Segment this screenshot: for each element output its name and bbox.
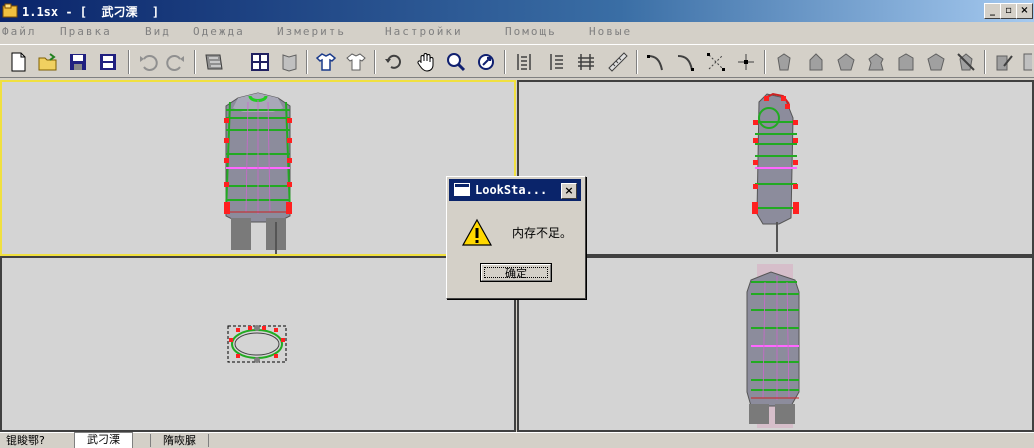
open-folder-icon[interactable] <box>36 50 60 74</box>
rotate-icon[interactable] <box>382 50 406 74</box>
toolbar-separator <box>128 50 130 74</box>
curve-icon[interactable] <box>644 50 668 74</box>
measure-list-icon[interactable] <box>544 50 568 74</box>
menu-help[interactable]: Помощь <box>505 25 557 38</box>
toolbar <box>0 44 1034 78</box>
panel-icon[interactable] <box>248 50 272 74</box>
book-icon[interactable] <box>1020 50 1032 74</box>
save-icon[interactable] <box>66 50 90 74</box>
menu-clothing[interactable]: Одежда <box>193 25 245 38</box>
tab-1[interactable]: 锟睃鄂? <box>6 434 45 447</box>
mannequin-3-icon[interactable] <box>834 50 858 74</box>
dialog-title-bar[interactable]: LookSta... × <box>449 179 581 201</box>
menu-file[interactable]: Файл <box>2 25 37 38</box>
viewport-top[interactable] <box>0 256 516 432</box>
hand-pan-icon[interactable] <box>414 50 438 74</box>
align-icon[interactable] <box>734 50 758 74</box>
app-icon <box>2 3 18 18</box>
mannequin-4-icon[interactable] <box>864 50 888 74</box>
mannequin-2-icon[interactable] <box>804 50 828 74</box>
mannequin-front-view <box>224 92 292 254</box>
flag-icon[interactable] <box>278 50 302 74</box>
mannequin-7-icon[interactable] <box>954 50 978 74</box>
warning-icon <box>461 218 493 246</box>
status-bar: 锟睃鄂? 武刁溧 隋咴脲 <box>0 432 1034 448</box>
mannequin-side-view <box>752 92 799 252</box>
title-bar: 1.1sx - [ 武刁溧 ] _ ▫ × <box>0 0 1034 22</box>
memory-error-dialog: LookSta... × 内存不足。 确定 <box>446 176 586 299</box>
toolbar-separator <box>374 50 376 74</box>
ruler-icon[interactable] <box>606 50 630 74</box>
close-button[interactable]: × <box>1016 3 1033 19</box>
toolbar-separator <box>194 50 196 74</box>
toolbar-separator <box>306 50 308 74</box>
viewport-3d[interactable] <box>517 256 1034 432</box>
curve-2-icon[interactable] <box>674 50 698 74</box>
toolbar-separator <box>764 50 766 74</box>
dialog-close-button[interactable]: × <box>561 183 577 199</box>
fit-view-icon[interactable] <box>474 50 498 74</box>
ok-button-label: 确定 <box>505 267 527 280</box>
menu-measure[interactable]: Измерить <box>277 25 346 38</box>
shirt-icon[interactable] <box>314 50 338 74</box>
fabric-icon[interactable] <box>202 50 226 74</box>
measure-grid-icon[interactable] <box>574 50 598 74</box>
mannequin-5-icon[interactable] <box>894 50 918 74</box>
menu-bar: Файл Правка Вид Одежда Измерить Настройк… <box>0 22 1034 42</box>
tab-3[interactable]: 隋咴脲 <box>150 434 209 447</box>
ok-button[interactable]: 确定 <box>480 263 552 282</box>
toolbar-separator <box>984 50 986 74</box>
dialog-message: 内存不足。 <box>512 226 573 240</box>
menu-edit[interactable]: Правка <box>60 25 112 38</box>
pattern-icon[interactable] <box>344 50 368 74</box>
save-all-icon[interactable] <box>96 50 120 74</box>
mannequin-6-icon[interactable] <box>924 50 948 74</box>
mannequin-1-icon[interactable] <box>772 50 796 74</box>
redo-icon[interactable] <box>164 50 188 74</box>
measure-bars-icon[interactable] <box>512 50 536 74</box>
viewport-side[interactable] <box>517 80 1034 256</box>
window-title: 1.1sx - [ 武刁溧 ] <box>22 5 160 19</box>
points-icon[interactable] <box>704 50 728 74</box>
dialog-title: LookSta... <box>475 183 548 197</box>
minimize-button[interactable]: _ <box>984 3 1001 19</box>
toolbar-separator <box>636 50 638 74</box>
menu-view[interactable]: Вид <box>145 25 171 38</box>
mannequin-3d-view <box>746 264 800 428</box>
viewport-front[interactable] <box>0 80 516 256</box>
new-file-icon[interactable] <box>6 50 30 74</box>
restore-button[interactable]: ▫ <box>1000 3 1017 19</box>
edit-icon[interactable] <box>992 50 1016 74</box>
mannequin-top-view <box>227 325 287 363</box>
window-icon <box>454 183 470 196</box>
zoom-icon[interactable] <box>444 50 468 74</box>
menu-new[interactable]: Новые <box>589 25 632 38</box>
menu-settings[interactable]: Настройки <box>385 25 463 38</box>
toolbar-separator <box>504 50 506 74</box>
undo-icon[interactable] <box>136 50 160 74</box>
